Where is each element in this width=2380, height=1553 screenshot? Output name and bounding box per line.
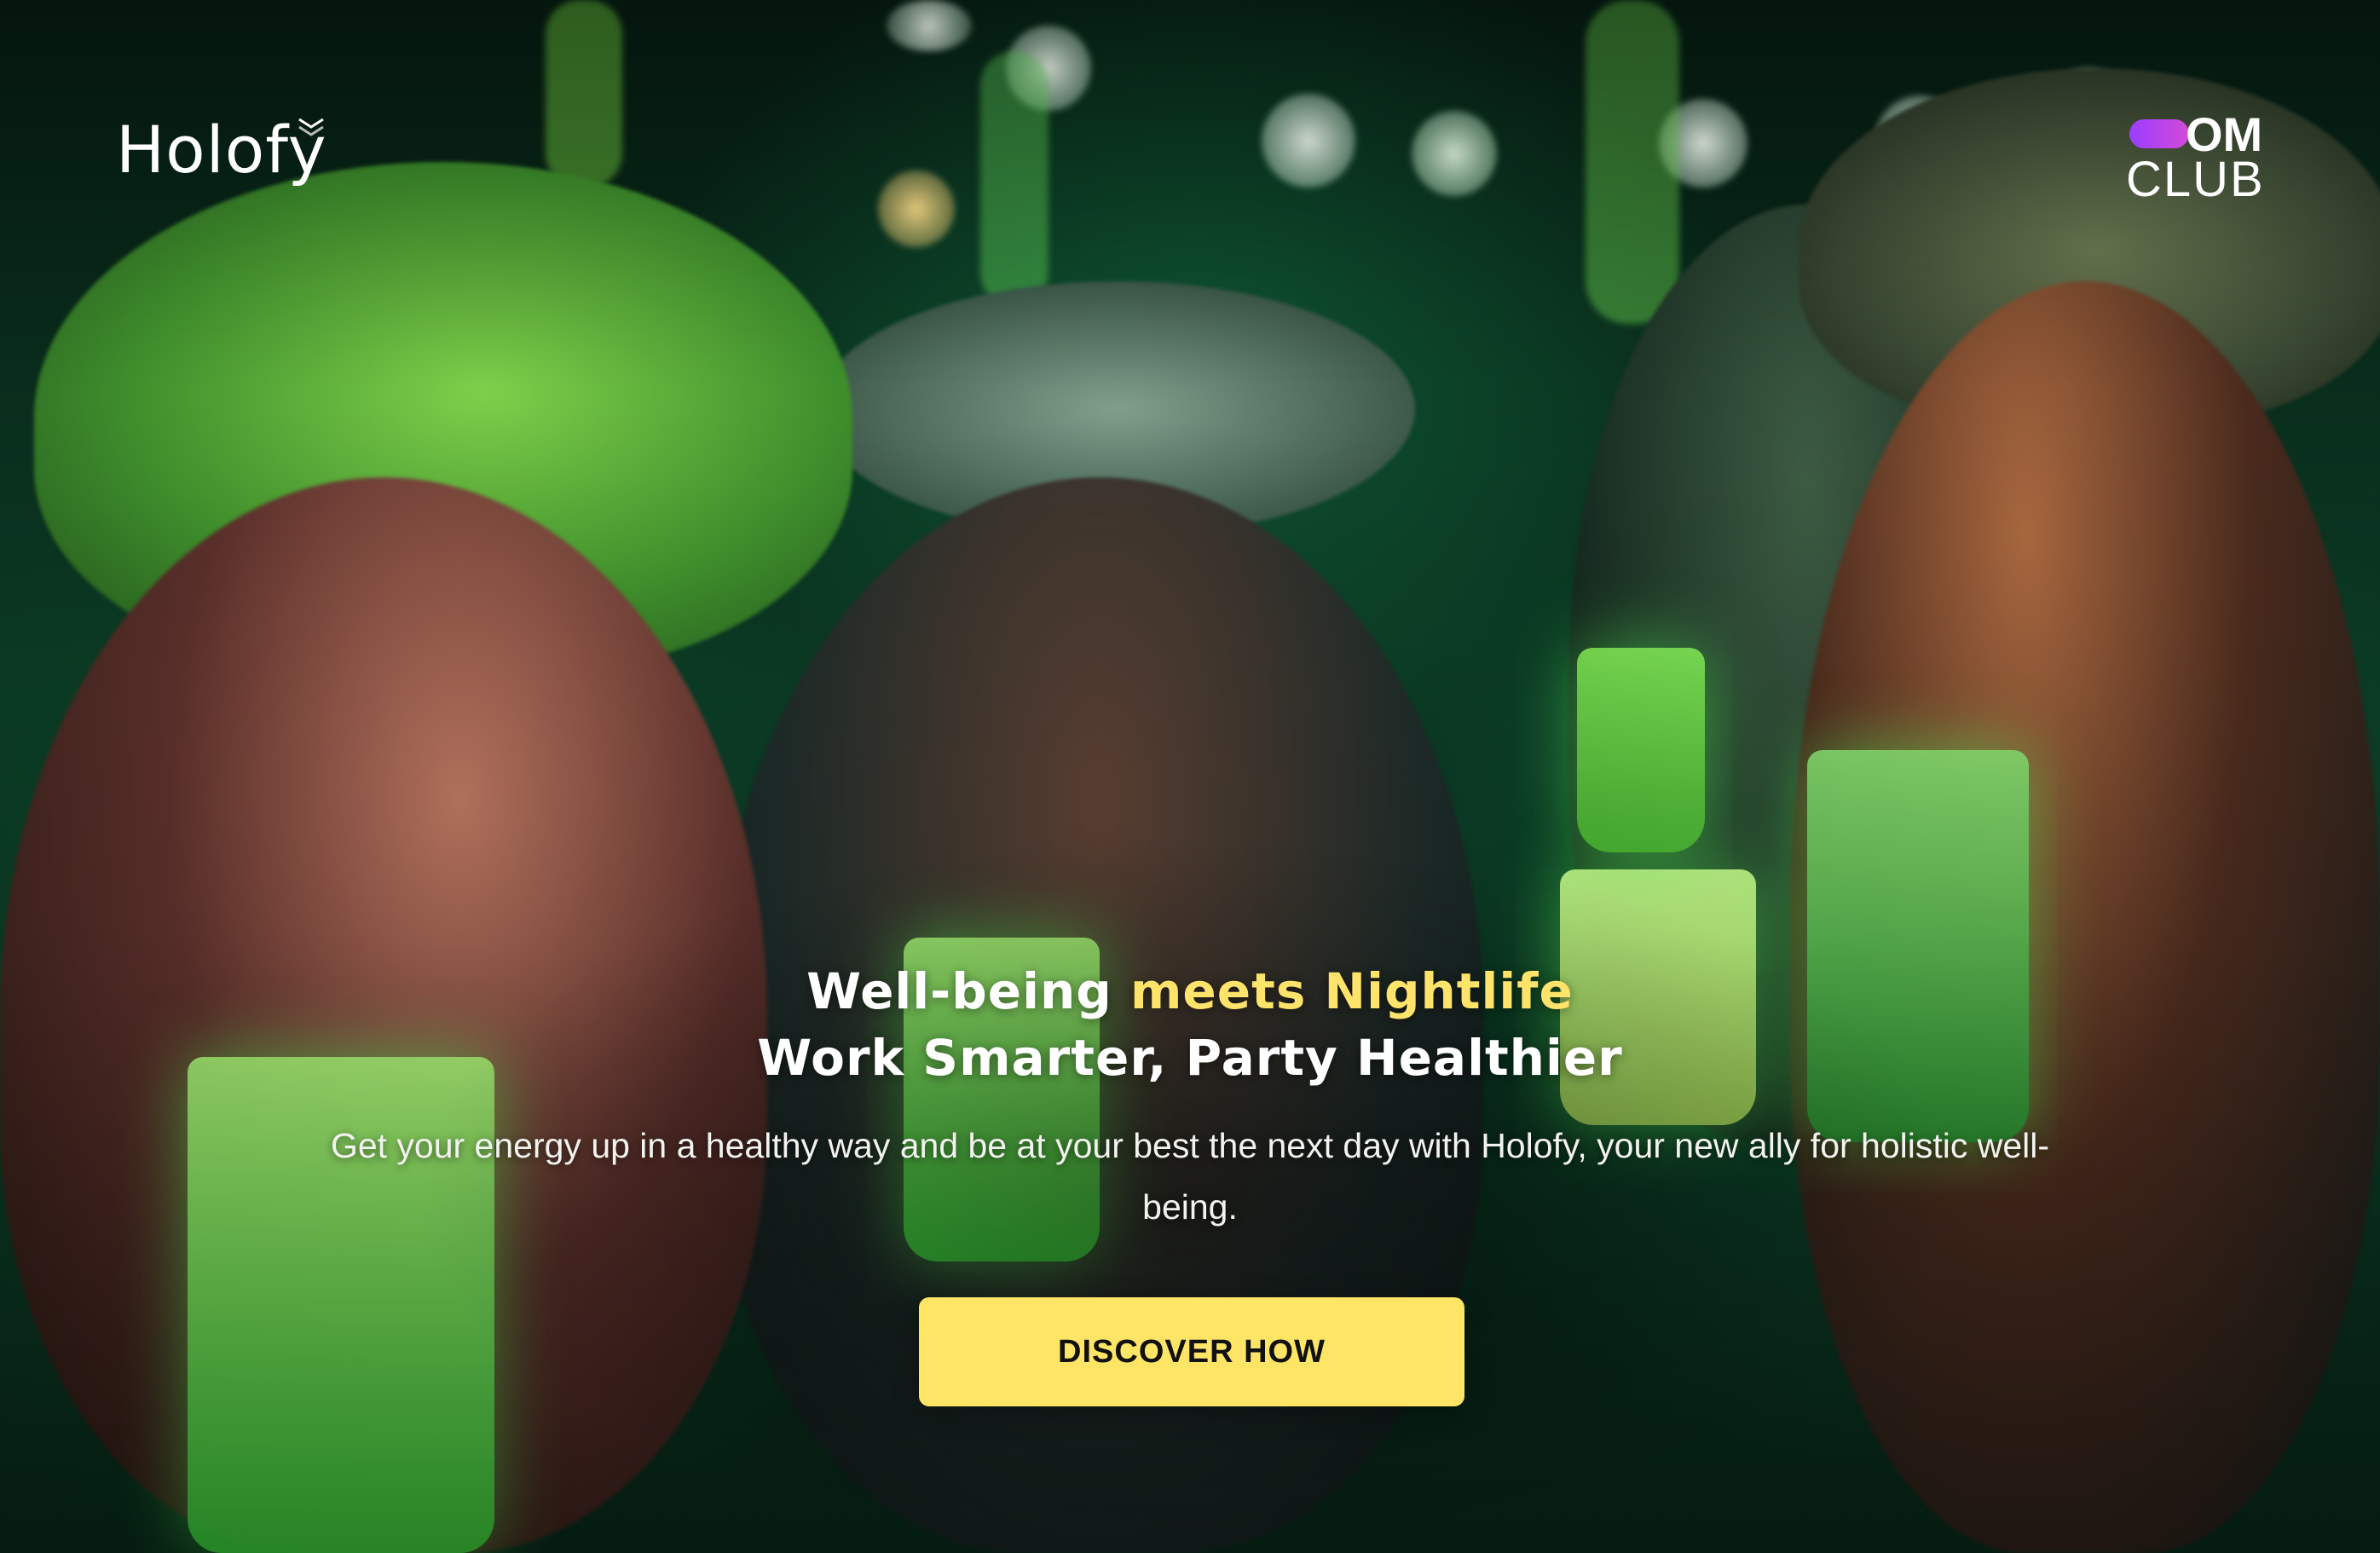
discover-how-button[interactable]: DISCOVER HOW [919, 1297, 1464, 1406]
hero-headline: Well-being meets Nightlife Work Smarter,… [0, 958, 2380, 1091]
headline-accent: meets Nightlife [1129, 962, 1574, 1020]
headline-part-1: Well-being [806, 962, 1130, 1020]
om-club-pill-icon [2129, 119, 2189, 148]
headline-line-2: Work Smarter, Party Healthier [757, 1029, 1623, 1087]
holofy-logo[interactable]: Holofy [116, 118, 327, 182]
hero-subtext: Get your energy up in a healthy way and … [330, 1126, 2050, 1227]
brand-name: Holofy [116, 112, 327, 188]
hero-section: Holofy OM CLUB Well-being meets Nightlif… [0, 0, 2380, 1553]
hero-copy: Well-being meets Nightlife Work Smarter,… [0, 958, 2380, 1238]
om-club-logo[interactable]: OM CLUB [2126, 111, 2271, 205]
om-club-logo-bottom: CLUB [2126, 152, 2265, 207]
chevron-mark-icon [298, 118, 324, 136]
